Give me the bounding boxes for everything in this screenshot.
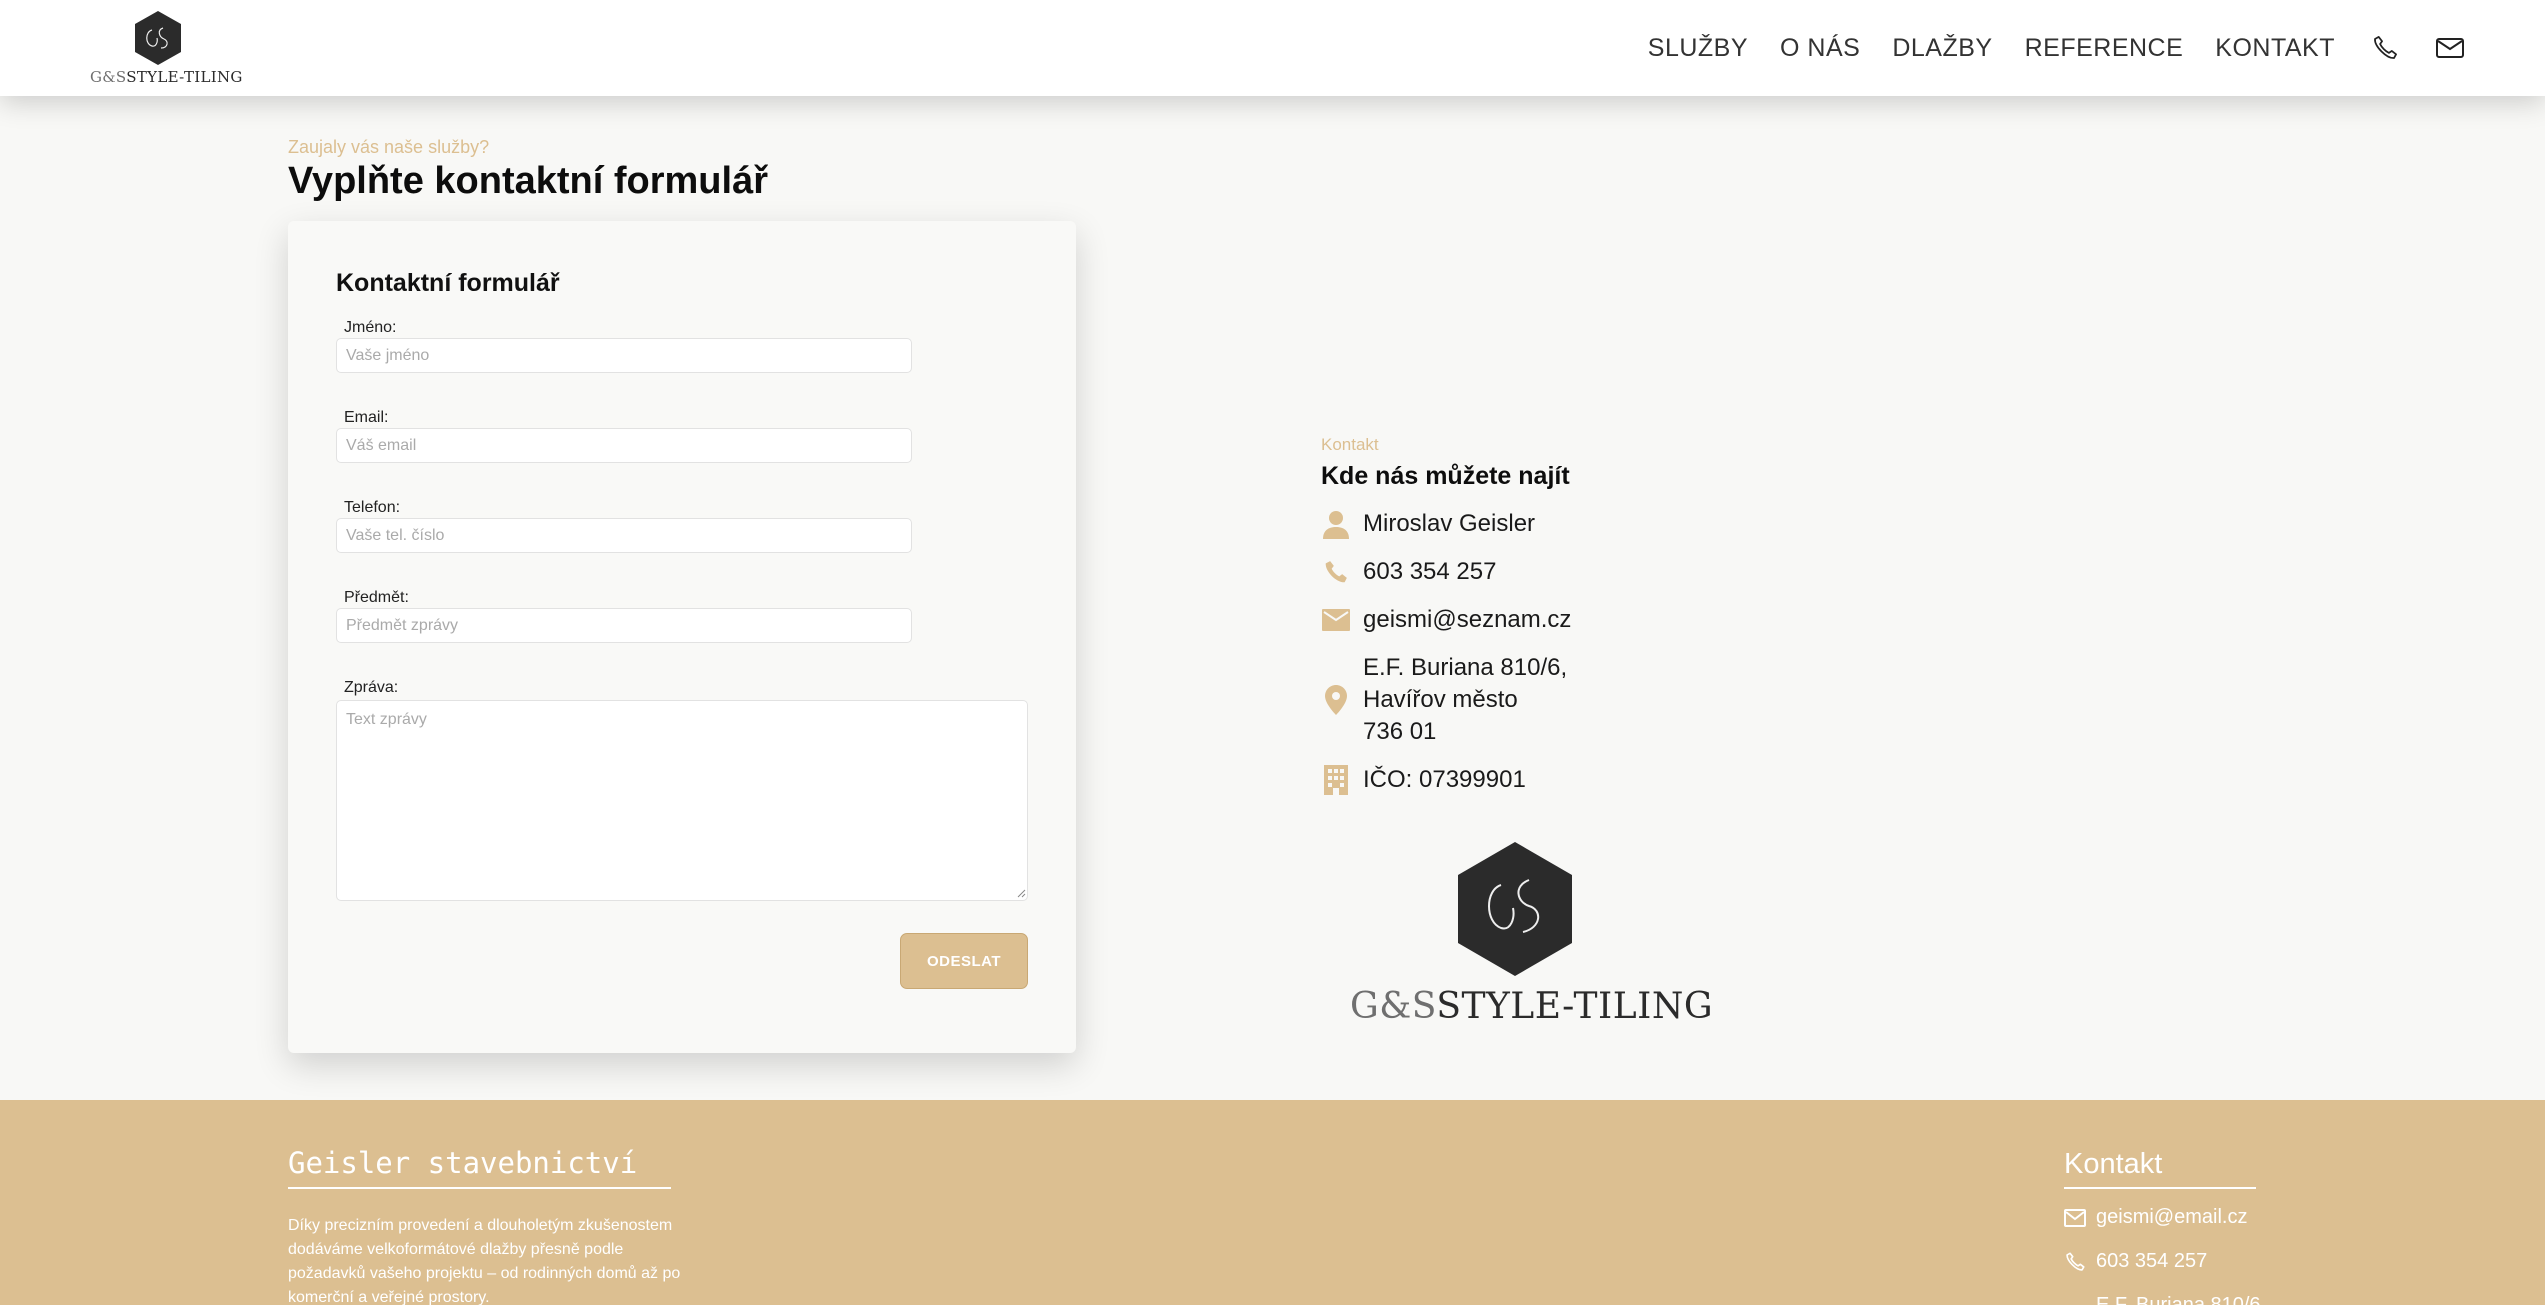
footer-phone-row[interactable]: 603 354 257 [2064, 1250, 2207, 1273]
form-title: Kontaktní formulář [336, 269, 560, 297]
footer-address: E.F. Buriana 810/6 [2096, 1294, 2261, 1305]
mail-icon [2064, 1208, 2088, 1227]
page-title: Vyplňte kontaktní formulář [288, 160, 768, 202]
location-pin-icon [1321, 685, 1351, 715]
building-icon [1321, 765, 1351, 795]
phone-label: Telefon: [344, 499, 401, 516]
footer-title: Geisler stavebnictví [288, 1146, 638, 1180]
logo-wordmark: G&SSTYLE-TILING [90, 68, 243, 86]
phone-icon [2064, 1251, 2088, 1273]
nav-reference[interactable]: REFERENCE [2025, 34, 2184, 63]
address-line: Havířov město [1363, 686, 1518, 713]
footer-email[interactable]: geismi@email.cz [2096, 1206, 2247, 1229]
address-line: 736 01 [1363, 718, 1437, 745]
footer-contact-title: Kontakt [2064, 1148, 2163, 1180]
email-input[interactable] [336, 428, 912, 463]
phone-input[interactable] [336, 518, 912, 553]
phone-icon [1321, 559, 1351, 585]
mail-icon [1321, 609, 1351, 631]
message-textarea[interactable] [336, 700, 1028, 901]
contact-ico: IČO: 07399901 [1363, 766, 1526, 793]
contact-name: Miroslav Geisler [1363, 510, 1536, 537]
footer-contact-divider [2064, 1187, 2256, 1189]
subject-input[interactable] [336, 608, 912, 643]
footer-divider [288, 1187, 671, 1189]
contact-address-row: E.F. Buriana 810/6, Havířov město 736 01 [1321, 652, 1567, 748]
footer-address-row: E.F. Buriana 810/6 [2064, 1294, 2261, 1305]
contact-email-row: geismi@seznam.cz [1321, 604, 1571, 636]
contact-title: Kde nás můžete najít [1321, 462, 1570, 490]
subject-label: Předmět: [344, 589, 409, 606]
footer-description: Díky precizním provedení a dlouholetým z… [288, 1217, 681, 1305]
contact-address: E.F. Buriana 810/6, Havířov město 736 01 [1363, 652, 1567, 748]
resize-handle-icon[interactable] [1016, 888, 1026, 898]
logo-hexagon-icon [135, 11, 181, 65]
site-footer: Geisler stavebnictví Díky precizním prov… [0, 1100, 2545, 1305]
nav-kontakt[interactable]: KONTAKT [2215, 34, 2335, 63]
nav-sluzby[interactable]: SLUŽBY [1648, 34, 1748, 63]
footer-email-row[interactable]: geismi@email.cz [2064, 1206, 2247, 1229]
person-icon [1321, 509, 1351, 539]
nav-o-nas[interactable]: O NÁS [1780, 34, 1860, 63]
name-label: Jméno: [344, 319, 397, 336]
logo-hexagon-icon [1458, 842, 1572, 976]
contact-ico-row: IČO: 07399901 [1321, 764, 1526, 796]
nav-dlazby[interactable]: DLAŽBY [1892, 34, 1992, 63]
contact-phone-row: 603 354 257 [1321, 556, 1496, 588]
footer-phone[interactable]: 603 354 257 [2096, 1250, 2207, 1273]
contact-pretitle: Kontakt [1321, 435, 1379, 454]
name-input[interactable] [336, 338, 912, 373]
message-label: Zpráva: [344, 679, 399, 696]
phone-icon[interactable] [2371, 34, 2399, 62]
logo-wordmark: G&SSTYLE-TILING [1350, 986, 1714, 1027]
site-logo[interactable]: G&SSTYLE-TILING [90, 10, 243, 88]
section-pretitle: Zaujaly vás naše služby? [288, 137, 490, 157]
address-line: E.F. Buriana 810/6, [1363, 654, 1568, 681]
contact-form-card: Kontaktní formulář Jméno: Email: Telefon… [288, 221, 1076, 1053]
contact-name-row: Miroslav Geisler [1321, 508, 1535, 540]
mail-icon[interactable] [2435, 36, 2465, 60]
company-logo: G&SSTYLE-TILING [1350, 840, 1714, 1027]
site-header: G&SSTYLE-TILING SLUŽBY O NÁS DLAŽBY REFE… [0, 0, 2545, 96]
submit-button[interactable]: ODESLAT [900, 933, 1028, 989]
contact-email[interactable]: geismi@seznam.cz [1363, 604, 1571, 636]
contact-phone[interactable]: 603 354 257 [1363, 556, 1496, 588]
main-nav: SLUŽBY O NÁS DLAŽBY REFERENCE KONTAKT [1616, 0, 2545, 96]
email-label: Email: [344, 409, 389, 426]
